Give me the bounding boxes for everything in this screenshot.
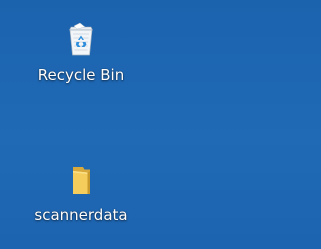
recycle-bin-icon	[69, 22, 93, 56]
desktop-icon-label: Recycle Bin	[37, 66, 125, 84]
folder-icon	[73, 167, 90, 194]
desktop[interactable]: Recycle Bin scannerdata	[0, 0, 321, 249]
desktop-icon-scannerdata[interactable]: scannerdata	[16, 160, 146, 224]
desktop-icon-label: scannerdata	[34, 206, 128, 224]
desktop-icon-recycle-bin[interactable]: Recycle Bin	[16, 20, 146, 84]
